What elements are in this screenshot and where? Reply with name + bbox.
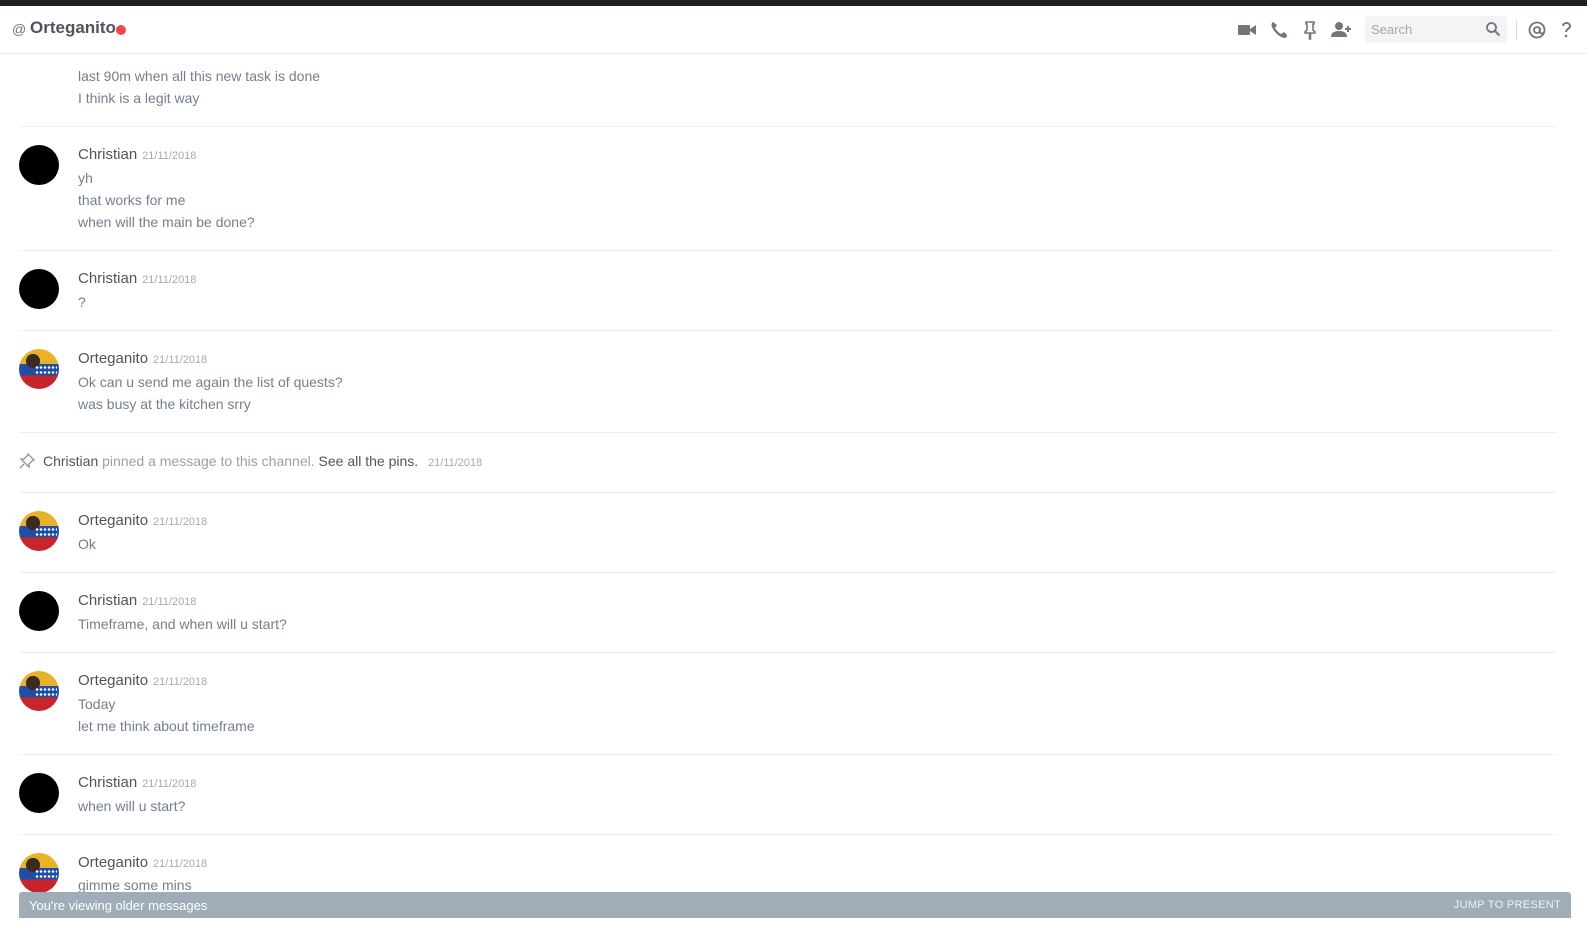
older-messages-bar[interactable]: You're viewing older messages JUMP TO PR… [19, 892, 1571, 918]
message-timestamp: 21/11/2018 [142, 778, 197, 790]
message-timestamp: 21/11/2018 [153, 354, 208, 366]
message-header: Christian 21/11/2018 [78, 270, 196, 287]
message-group: Christian 21/11/2018 when will u start? [19, 755, 1557, 835]
avatar[interactable] [19, 511, 59, 551]
message-header: Orteganito 21/11/2018 [78, 350, 207, 367]
message-timestamp: 21/11/2018 [153, 516, 208, 528]
message-header: Christian 21/11/2018 [78, 146, 196, 163]
message-text: when will the main be done? [78, 214, 255, 230]
author-name[interactable]: Orteganito [78, 672, 148, 689]
search-icon [1486, 22, 1501, 37]
message-group: last 90m when all this new task is done … [19, 54, 1557, 127]
message-header: Christian 21/11/2018 [78, 592, 196, 609]
message-timestamp: 21/11/2018 [142, 274, 197, 286]
flag-stars [35, 365, 57, 375]
message-text: Today [78, 696, 116, 712]
help-icon[interactable] [1558, 20, 1580, 40]
author-name[interactable]: Christian [78, 270, 137, 287]
message-header: Orteganito 21/11/2018 [78, 854, 207, 871]
pin-author[interactable]: Christian [43, 453, 98, 469]
message-header: Orteganito 21/11/2018 [78, 672, 207, 689]
message-text: when will u start? [78, 798, 186, 814]
message-group: Orteganito 21/11/2018 gimme some mins [19, 835, 1557, 892]
message-group: Christian 21/11/2018 yh that works for me… [19, 127, 1557, 251]
message-text: that works for me [78, 192, 186, 208]
pin-timestamp: 21/11/2018 [428, 457, 483, 469]
message-timestamp: 21/11/2018 [153, 676, 208, 688]
header-divider [1516, 20, 1517, 40]
message-text: let me think about timeframe [78, 718, 255, 734]
message-timestamp: 21/11/2018 [142, 150, 197, 162]
video-call-icon[interactable] [1236, 20, 1258, 40]
avatar[interactable] [19, 349, 59, 389]
message-text: I think is a legit way [78, 90, 200, 106]
message-text: last 90m when all this new task is done [78, 68, 321, 84]
author-name[interactable]: Christian [78, 592, 137, 609]
message-timestamp: 21/11/2018 [153, 858, 208, 870]
search-placeholder: Search [1371, 22, 1413, 37]
pin-icon [19, 453, 35, 469]
search-box[interactable]: Search [1365, 16, 1507, 43]
mention-icon[interactable] [1526, 20, 1548, 40]
flag-stars [35, 869, 57, 879]
avatar[interactable] [19, 269, 59, 309]
message-list[interactable]: last 90m when all this new task is done … [0, 54, 1587, 892]
message-timestamp: 21/11/2018 [142, 596, 197, 608]
pin-icon[interactable] [1299, 20, 1321, 40]
message-group: Christian 21/11/2018 ? [19, 251, 1557, 331]
jump-to-present-button[interactable]: JUMP TO PRESENT [1454, 899, 1561, 911]
author-name[interactable]: Orteganito [78, 350, 148, 367]
add-friend-icon[interactable] [1330, 20, 1352, 40]
flag-stars [35, 527, 57, 537]
message-text: was busy at the kitchen srry [78, 396, 251, 412]
phone-call-icon[interactable] [1268, 20, 1290, 40]
message-group: Orteganito 21/11/2018 Today let me think … [19, 653, 1557, 755]
pin-notice: Christian pinned a message to this chann… [19, 433, 1557, 493]
flag-stars [35, 687, 57, 697]
message-group: Orteganito 21/11/2018 Ok [19, 493, 1557, 573]
avatar[interactable] [19, 145, 59, 185]
message-header: Orteganito 21/11/2018 [78, 512, 207, 529]
dm-at-symbol: @ [12, 21, 27, 37]
message-header: Christian 21/11/2018 [78, 774, 196, 791]
channel-name: Orteganito [30, 18, 116, 37]
avatar[interactable] [19, 671, 59, 711]
message-text: Ok [78, 536, 96, 552]
message-group: Orteganito 21/11/2018 Ok can u send me ag… [19, 331, 1557, 433]
author-name[interactable]: Orteganito [78, 512, 148, 529]
channel-header: @ Orteganito Search [0, 6, 1587, 54]
message-group: Christian 21/11/2018 Timeframe, and when … [19, 573, 1557, 653]
author-name[interactable]: Orteganito [78, 854, 148, 871]
older-messages-text: You're viewing older messages [29, 898, 208, 913]
message-text: gimme some mins [78, 877, 192, 892]
author-name[interactable]: Christian [78, 146, 137, 163]
message-text: Timeframe, and when will u start? [78, 616, 287, 632]
pin-action-text: pinned a message to this channel. [102, 453, 315, 469]
message-text: yh [78, 170, 93, 186]
status-indicator [116, 25, 126, 35]
see-all-pins-link[interactable]: See all the pins. [319, 453, 419, 469]
author-name[interactable]: Christian [78, 774, 137, 791]
avatar[interactable] [19, 773, 59, 813]
message-text: Ok can u send me again the list of quest… [78, 374, 343, 390]
message-text: ? [78, 294, 86, 310]
avatar[interactable] [19, 853, 59, 892]
avatar[interactable] [19, 591, 59, 631]
